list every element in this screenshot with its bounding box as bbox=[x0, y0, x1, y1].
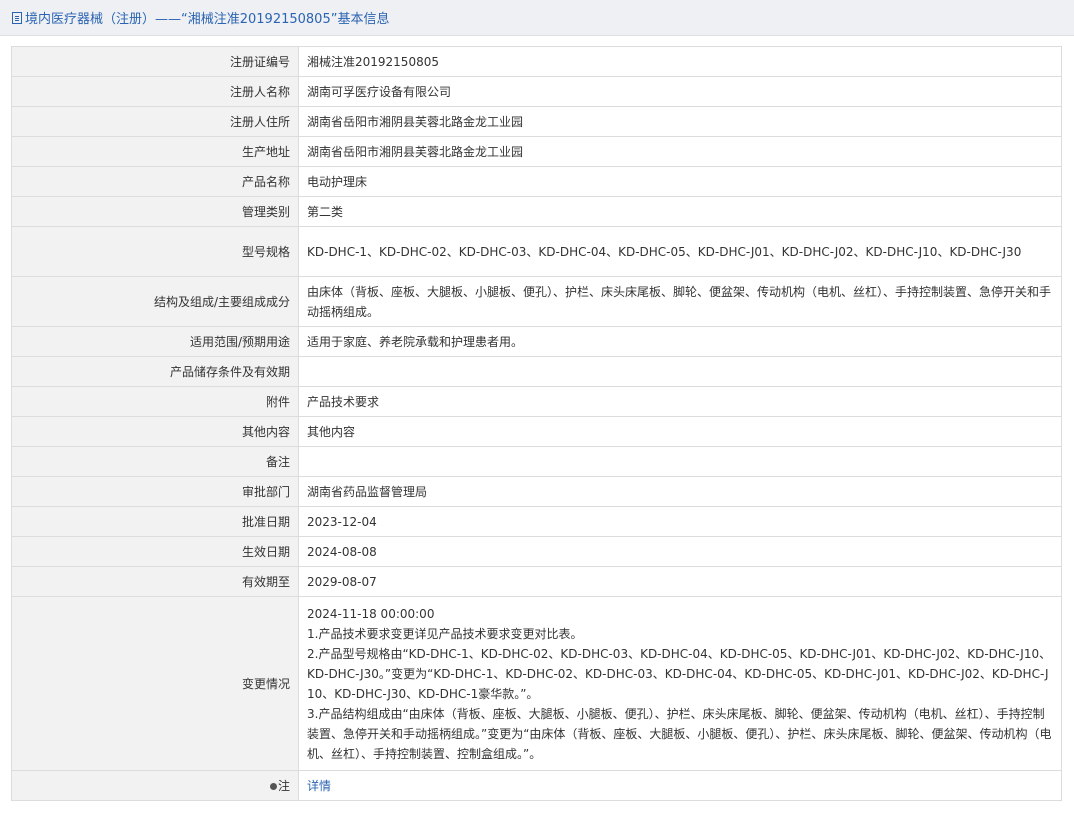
field-value: 2024-08-08 bbox=[298, 536, 1062, 567]
table-row: 注册人名称 湖南可孚医疗设备有限公司 bbox=[11, 76, 1062, 107]
field-value: 由床体（背板、座板、大腿板、小腿板、便孔）、护栏、床头床尾板、脚轮、便盆架、传动… bbox=[298, 276, 1062, 327]
note-value: 详情 bbox=[298, 770, 1062, 801]
field-value: 2023-12-04 bbox=[298, 506, 1062, 537]
table-row: 适用范围/预期用途 适用于家庭、养老院承载和护理患者用。 bbox=[11, 326, 1062, 357]
field-label: 注册证编号 bbox=[11, 46, 299, 77]
field-label: 备注 bbox=[11, 446, 299, 477]
field-value: 湖南省岳阳市湘阴县芙蓉北路金龙工业园 bbox=[298, 136, 1062, 167]
table-row: 产品名称 电动护理床 bbox=[11, 166, 1062, 197]
field-label: 注册人名称 bbox=[11, 76, 299, 107]
field-label: 变更情况 bbox=[11, 596, 299, 771]
field-value: 其他内容 bbox=[298, 416, 1062, 447]
field-label: 适用范围/预期用途 bbox=[11, 326, 299, 357]
field-label: 型号规格 bbox=[11, 226, 299, 277]
field-label: 注册人住所 bbox=[11, 106, 299, 137]
field-label: 生效日期 bbox=[11, 536, 299, 567]
field-label: 其他内容 bbox=[11, 416, 299, 447]
field-value: 电动护理床 bbox=[298, 166, 1062, 197]
info-table: 注册证编号 湘械注准20192150805 注册人名称 湖南可孚医疗设备有限公司… bbox=[11, 46, 1062, 801]
field-value: 湘械注准20192150805 bbox=[298, 46, 1062, 77]
field-value: 湖南省药品监督管理局 bbox=[298, 476, 1062, 507]
table-row: 备注 bbox=[11, 446, 1062, 477]
field-label: 生产地址 bbox=[11, 136, 299, 167]
table-row: 型号规格 KD-DHC-1、KD-DHC-02、KD-DHC-03、KD-DHC… bbox=[11, 226, 1062, 277]
table-row: 审批部门 湖南省药品监督管理局 bbox=[11, 476, 1062, 507]
change-item: 2.产品型号规格由“KD-DHC-1、KD-DHC-02、KD-DHC-03、K… bbox=[307, 646, 1052, 701]
field-value: 湖南可孚医疗设备有限公司 bbox=[298, 76, 1062, 107]
table-row: 注册证编号 湘械注准20192150805 bbox=[11, 46, 1062, 77]
table-row: 附件 产品技术要求 bbox=[11, 386, 1062, 417]
table-row: 产品储存条件及有效期 bbox=[11, 356, 1062, 387]
field-label: 结构及组成/主要组成成分 bbox=[11, 276, 299, 327]
table-row: 批准日期 2023-12-04 bbox=[11, 506, 1062, 537]
table-row: 注册人住所 湖南省岳阳市湘阴县芙蓉北路金龙工业园 bbox=[11, 106, 1062, 137]
change-history-row: 变更情况 2024-11-18 00:00:00 1.产品技术要求变更详见产品技… bbox=[11, 596, 1062, 771]
page-header: 境内医疗器械（注册）——“湘械注准20192150805”基本信息 bbox=[0, 0, 1074, 36]
field-label: 审批部门 bbox=[11, 476, 299, 507]
field-value bbox=[298, 446, 1062, 477]
table-row: 生效日期 2024-08-08 bbox=[11, 536, 1062, 567]
document-icon bbox=[12, 11, 22, 24]
page-title: 境内医疗器械（注册）——“湘械注准20192150805”基本信息 bbox=[25, 12, 390, 27]
table-row: 生产地址 湖南省岳阳市湘阴县芙蓉北路金龙工业园 bbox=[11, 136, 1062, 167]
table-row: 其他内容 其他内容 bbox=[11, 416, 1062, 447]
field-value bbox=[298, 356, 1062, 387]
field-value: KD-DHC-1、KD-DHC-02、KD-DHC-03、KD-DHC-04、K… bbox=[298, 226, 1062, 277]
field-value: 湖南省岳阳市湘阴县芙蓉北路金龙工业园 bbox=[298, 106, 1062, 137]
field-value: 适用于家庭、养老院承载和护理患者用。 bbox=[298, 326, 1062, 357]
note-row: 注 详情 bbox=[11, 770, 1062, 801]
field-label: 管理类别 bbox=[11, 196, 299, 227]
field-value: 产品技术要求 bbox=[298, 386, 1062, 417]
field-label: 批准日期 bbox=[11, 506, 299, 537]
change-item: 1.产品技术要求变更详见产品技术要求变更对比表。 bbox=[307, 626, 583, 641]
lightbulb-icon bbox=[269, 782, 277, 790]
details-link[interactable]: 详情 bbox=[307, 779, 331, 793]
table-row: 有效期至 2029-08-07 bbox=[11, 566, 1062, 597]
change-item: 3.产品结构组成由“由床体（背板、座板、大腿板、小腿板、便孔）、护栏、床头床尾板… bbox=[307, 706, 1052, 761]
note-label: 注 bbox=[11, 770, 299, 801]
change-date: 2024-11-18 00:00:00 bbox=[307, 606, 435, 621]
change-history-value: 2024-11-18 00:00:00 1.产品技术要求变更详见产品技术要求变更… bbox=[298, 596, 1062, 771]
field-value: 2029-08-07 bbox=[298, 566, 1062, 597]
note-label-text: 注 bbox=[277, 778, 290, 793]
field-label: 有效期至 bbox=[11, 566, 299, 597]
field-label: 产品储存条件及有效期 bbox=[11, 356, 299, 387]
table-row: 结构及组成/主要组成成分 由床体（背板、座板、大腿板、小腿板、便孔）、护栏、床头… bbox=[11, 276, 1062, 327]
table-row: 管理类别 第二类 bbox=[11, 196, 1062, 227]
field-value: 第二类 bbox=[298, 196, 1062, 227]
field-label: 产品名称 bbox=[11, 166, 299, 197]
field-label: 附件 bbox=[11, 386, 299, 417]
